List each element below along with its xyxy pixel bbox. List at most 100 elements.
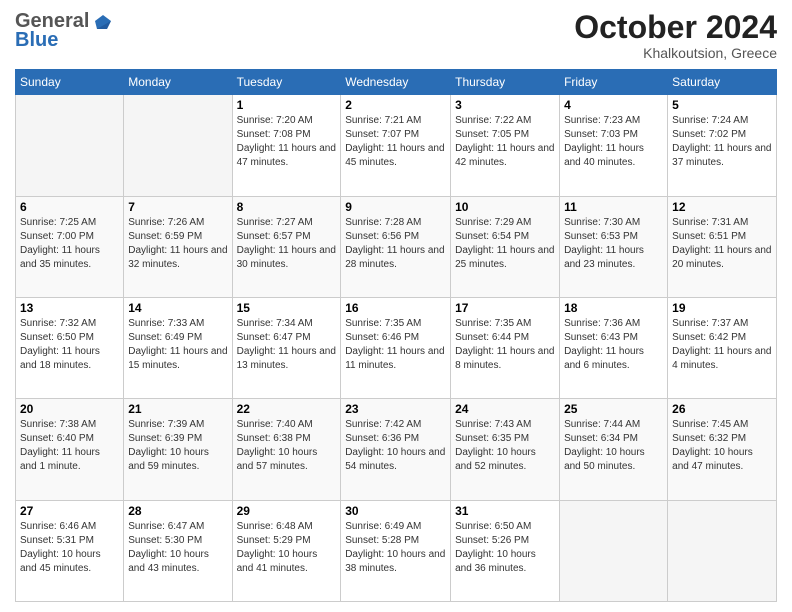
calendar-header-saturday: Saturday — [668, 70, 777, 95]
day-number: 6 — [20, 200, 119, 214]
calendar-cell — [16, 95, 124, 196]
day-number: 18 — [564, 301, 663, 315]
calendar-week-row: 1 Sunrise: 7:20 AM Sunset: 7:08 PM Daylig… — [16, 95, 777, 196]
day-info: Sunrise: 7:28 AM Sunset: 6:56 PM Dayligh… — [345, 216, 446, 272]
calendar-cell: 17 Sunrise: 7:35 AM Sunset: 6:44 PM Dayli… — [451, 297, 560, 398]
day-info: Sunrise: 7:20 AM Sunset: 7:08 PM Dayligh… — [237, 114, 337, 170]
calendar-cell: 4 Sunrise: 7:23 AM Sunset: 7:03 PM Daylig… — [560, 95, 668, 196]
day-info: Sunrise: 7:21 AM Sunset: 7:07 PM Dayligh… — [345, 114, 446, 170]
calendar-cell: 24 Sunrise: 7:43 AM Sunset: 6:35 PM Dayli… — [451, 399, 560, 500]
day-info: Sunrise: 6:50 AM Sunset: 5:26 PM Dayligh… — [455, 520, 555, 576]
day-info: Sunrise: 7:25 AM Sunset: 7:00 PM Dayligh… — [20, 216, 119, 272]
day-number: 15 — [237, 301, 337, 315]
day-number: 24 — [455, 402, 555, 416]
day-info: Sunrise: 7:38 AM Sunset: 6:40 PM Dayligh… — [20, 418, 119, 474]
calendar-header-wednesday: Wednesday — [341, 70, 451, 95]
day-number: 10 — [455, 200, 555, 214]
day-info: Sunrise: 6:46 AM Sunset: 5:31 PM Dayligh… — [20, 520, 119, 576]
calendar-cell — [124, 95, 232, 196]
day-info: Sunrise: 7:34 AM Sunset: 6:47 PM Dayligh… — [237, 317, 337, 373]
day-info: Sunrise: 7:27 AM Sunset: 6:57 PM Dayligh… — [237, 216, 337, 272]
calendar-cell: 18Sunrise: 7:36 AM Sunset: 6:43 PM Dayli… — [560, 297, 668, 398]
calendar-header-monday: Monday — [124, 70, 232, 95]
calendar-cell: 30Sunrise: 6:49 AM Sunset: 5:28 PM Dayli… — [341, 500, 451, 601]
day-number: 9 — [345, 200, 446, 214]
day-number: 30 — [345, 504, 446, 518]
calendar-header-thursday: Thursday — [451, 70, 560, 95]
day-number: 14 — [128, 301, 227, 315]
day-number: 31 — [455, 504, 555, 518]
calendar-cell: 12 Sunrise: 7:31 AM Sunset: 6:51 PM Dayli… — [668, 196, 777, 297]
calendar-cell: 7Sunrise: 7:26 AM Sunset: 6:59 PM Daylig… — [124, 196, 232, 297]
location: Khalkoutsion, Greece — [574, 45, 777, 61]
calendar-week-row: 6 Sunrise: 7:25 AM Sunset: 7:00 PM Daylig… — [16, 196, 777, 297]
header: General Blue October 2024 Khalkoutsion, … — [15, 10, 777, 61]
calendar-cell: 19 Sunrise: 7:37 AM Sunset: 6:42 PM Dayli… — [668, 297, 777, 398]
calendar-cell: 28 Sunrise: 6:47 AM Sunset: 5:30 PM Dayli… — [124, 500, 232, 601]
day-number: 21 — [128, 402, 227, 416]
calendar-cell: 23Sunrise: 7:42 AM Sunset: 6:36 PM Dayli… — [341, 399, 451, 500]
calendar-cell: 29Sunrise: 6:48 AM Sunset: 5:29 PM Dayli… — [232, 500, 341, 601]
calendar-header-sunday: Sunday — [16, 70, 124, 95]
day-info: Sunrise: 7:35 AM Sunset: 6:44 PM Dayligh… — [455, 317, 555, 373]
calendar-cell: 15 Sunrise: 7:34 AM Sunset: 6:47 PM Dayli… — [232, 297, 341, 398]
day-info: Sunrise: 7:23 AM Sunset: 7:03 PM Dayligh… — [564, 114, 663, 170]
day-number: 7 — [128, 200, 227, 214]
calendar-cell: 22 Sunrise: 7:40 AM Sunset: 6:38 PM Dayli… — [232, 399, 341, 500]
calendar-cell: 20 Sunrise: 7:38 AM Sunset: 6:40 PM Dayli… — [16, 399, 124, 500]
day-number: 11 — [564, 200, 663, 214]
calendar-header-friday: Friday — [560, 70, 668, 95]
day-number: 22 — [237, 402, 337, 416]
calendar-week-row: 20 Sunrise: 7:38 AM Sunset: 6:40 PM Dayli… — [16, 399, 777, 500]
day-number: 12 — [672, 200, 772, 214]
day-number: 2 — [345, 98, 446, 112]
day-info: Sunrise: 7:22 AM Sunset: 7:05 PM Dayligh… — [455, 114, 555, 170]
calendar-cell: 6 Sunrise: 7:25 AM Sunset: 7:00 PM Daylig… — [16, 196, 124, 297]
day-number: 17 — [455, 301, 555, 315]
calendar-cell: 10 Sunrise: 7:29 AM Sunset: 6:54 PM Dayli… — [451, 196, 560, 297]
day-info: Sunrise: 7:32 AM Sunset: 6:50 PM Dayligh… — [20, 317, 119, 373]
calendar-cell: 14 Sunrise: 7:33 AM Sunset: 6:49 PM Dayli… — [124, 297, 232, 398]
day-info: Sunrise: 7:35 AM Sunset: 6:46 PM Dayligh… — [345, 317, 446, 373]
day-info: Sunrise: 6:47 AM Sunset: 5:30 PM Dayligh… — [128, 520, 227, 576]
calendar-week-row: 27 Sunrise: 6:46 AM Sunset: 5:31 PM Dayli… — [16, 500, 777, 601]
day-number: 4 — [564, 98, 663, 112]
day-number: 23 — [345, 402, 446, 416]
logo: General Blue — [15, 10, 113, 52]
page: General Blue October 2024 Khalkoutsion, … — [0, 0, 792, 612]
calendar-cell: 16 Sunrise: 7:35 AM Sunset: 6:46 PM Dayli… — [341, 297, 451, 398]
calendar-cell: 25Sunrise: 7:44 AM Sunset: 6:34 PM Dayli… — [560, 399, 668, 500]
day-info: Sunrise: 7:24 AM Sunset: 7:02 PM Dayligh… — [672, 114, 772, 170]
day-number: 1 — [237, 98, 337, 112]
day-number: 16 — [345, 301, 446, 315]
day-number: 3 — [455, 98, 555, 112]
month-title: October 2024 — [574, 10, 777, 45]
calendar-header-row: SundayMondayTuesdayWednesdayThursdayFrid… — [16, 70, 777, 95]
calendar-cell: 1 Sunrise: 7:20 AM Sunset: 7:08 PM Daylig… — [232, 95, 341, 196]
day-info: Sunrise: 7:37 AM Sunset: 6:42 PM Dayligh… — [672, 317, 772, 373]
day-info: Sunrise: 7:33 AM Sunset: 6:49 PM Dayligh… — [128, 317, 227, 373]
day-number: 26 — [672, 402, 772, 416]
calendar-cell: 26Sunrise: 7:45 AM Sunset: 6:32 PM Dayli… — [668, 399, 777, 500]
day-number: 20 — [20, 402, 119, 416]
day-info: Sunrise: 7:40 AM Sunset: 6:38 PM Dayligh… — [237, 418, 337, 474]
calendar-cell: 5 Sunrise: 7:24 AM Sunset: 7:02 PM Daylig… — [668, 95, 777, 196]
calendar-cell: 11 Sunrise: 7:30 AM Sunset: 6:53 PM Dayli… — [560, 196, 668, 297]
day-info: Sunrise: 6:48 AM Sunset: 5:29 PM Dayligh… — [237, 520, 337, 576]
day-info: Sunrise: 7:39 AM Sunset: 6:39 PM Dayligh… — [128, 418, 227, 474]
calendar-cell: 2 Sunrise: 7:21 AM Sunset: 7:07 PM Daylig… — [341, 95, 451, 196]
day-number: 28 — [128, 504, 227, 518]
calendar-week-row: 13Sunrise: 7:32 AM Sunset: 6:50 PM Dayli… — [16, 297, 777, 398]
calendar-cell: 21 Sunrise: 7:39 AM Sunset: 6:39 PM Dayli… — [124, 399, 232, 500]
title-area: October 2024 Khalkoutsion, Greece — [574, 10, 777, 61]
day-number: 27 — [20, 504, 119, 518]
day-info: Sunrise: 7:31 AM Sunset: 6:51 PM Dayligh… — [672, 216, 772, 272]
day-info: Sunrise: 7:30 AM Sunset: 6:53 PM Dayligh… — [564, 216, 663, 272]
day-number: 19 — [672, 301, 772, 315]
day-info: Sunrise: 7:29 AM Sunset: 6:54 PM Dayligh… — [455, 216, 555, 272]
day-info: Sunrise: 7:43 AM Sunset: 6:35 PM Dayligh… — [455, 418, 555, 474]
day-number: 5 — [672, 98, 772, 112]
calendar-cell: 31 Sunrise: 6:50 AM Sunset: 5:26 PM Dayli… — [451, 500, 560, 601]
calendar-header-tuesday: Tuesday — [232, 70, 341, 95]
calendar-cell: 13Sunrise: 7:32 AM Sunset: 6:50 PM Dayli… — [16, 297, 124, 398]
